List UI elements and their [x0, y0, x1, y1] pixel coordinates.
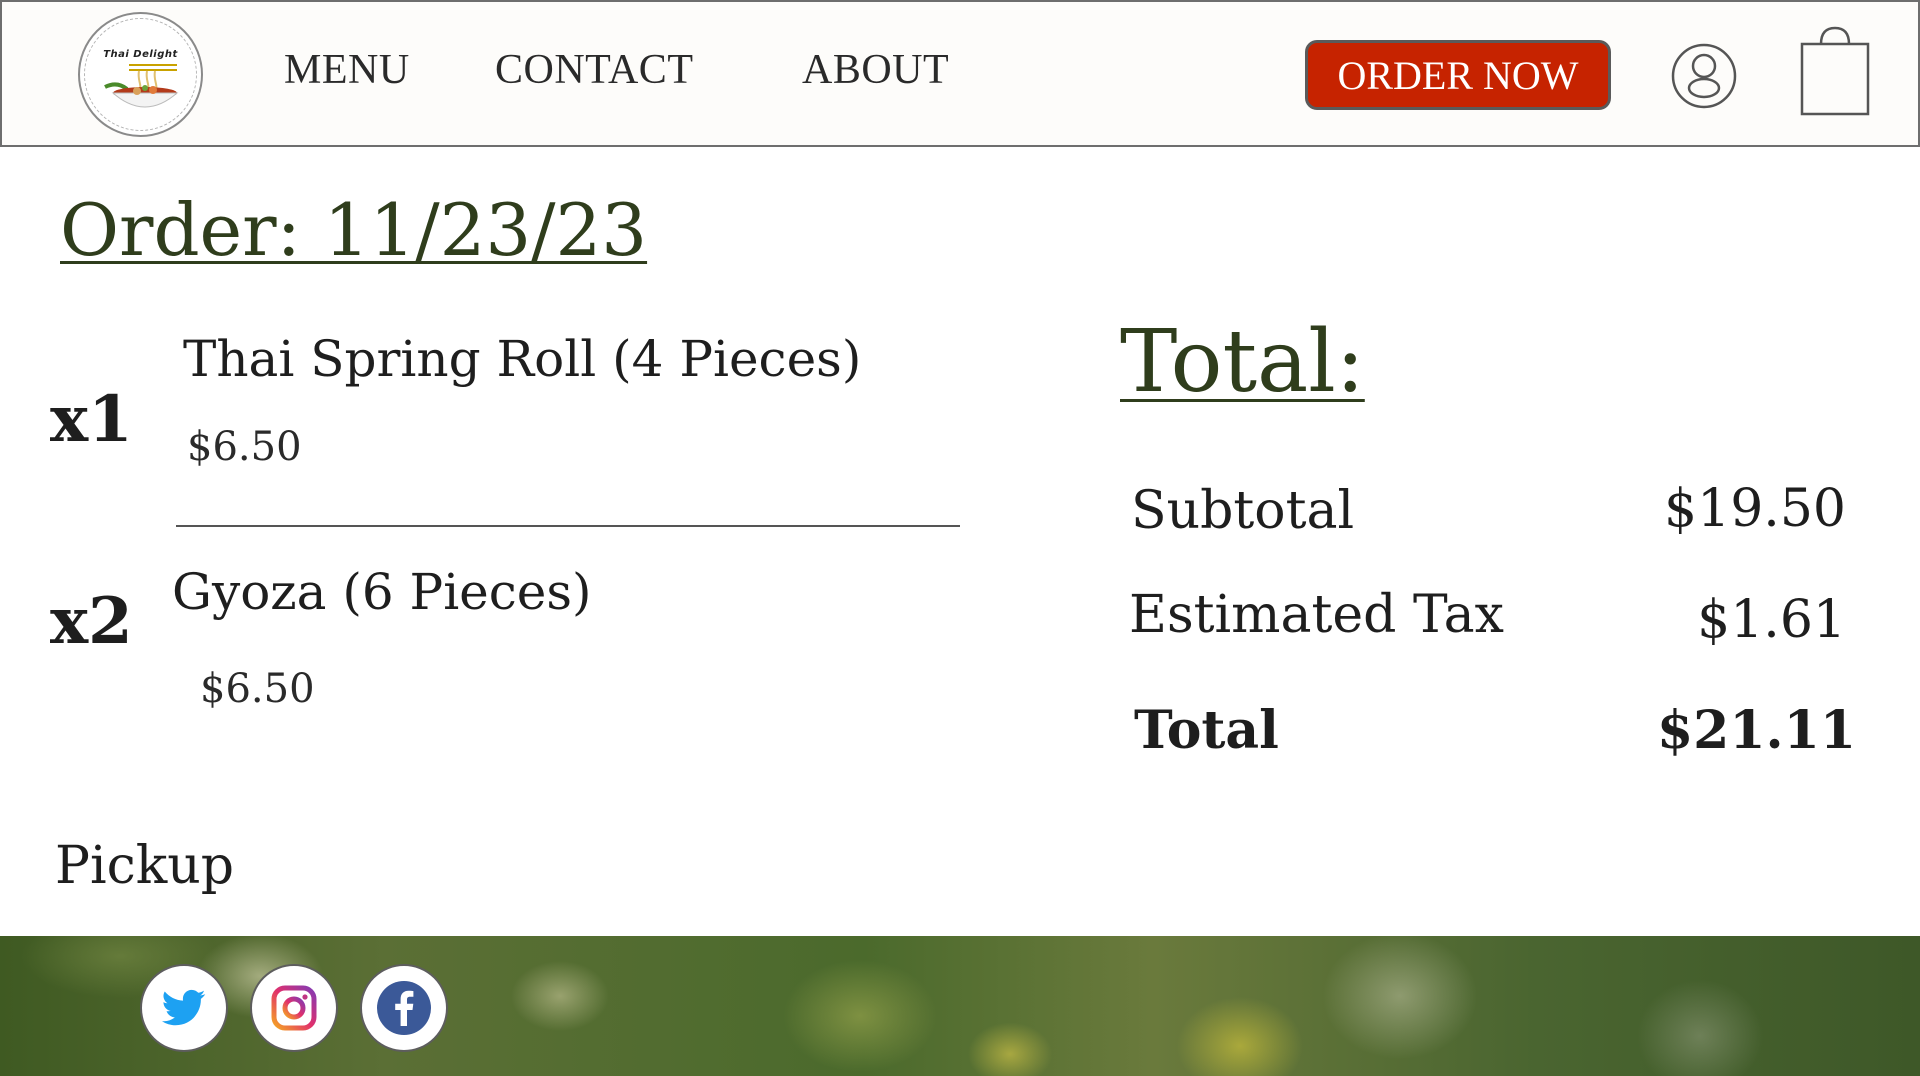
total-heading: Total: [1120, 312, 1365, 412]
total-value: $21.11 [1656, 700, 1856, 761]
facebook-icon [377, 981, 431, 1035]
estimated-tax-label: Estimated Tax [1129, 585, 1504, 645]
instagram-link[interactable] [250, 964, 338, 1052]
twitter-icon [162, 989, 206, 1026]
facebook-link[interactable] [360, 964, 448, 1052]
total-label: Total [1134, 700, 1279, 761]
item-price: $6.50 [187, 424, 302, 470]
subtotal-value: $19.50 [1664, 479, 1846, 539]
thai-delight-logo[interactable]: Thai Delight [78, 12, 203, 137]
user-icon[interactable] [1670, 42, 1738, 110]
instagram-icon [271, 985, 317, 1031]
item-quantity: x1 [50, 382, 133, 457]
nav-about[interactable]: ABOUT [802, 46, 949, 94]
shopping-bag-icon[interactable] [1799, 24, 1871, 118]
order-now-button[interactable]: ORDER NOW [1305, 40, 1611, 110]
item-name: Thai Spring Roll (4 Pieces) [183, 330, 862, 388]
order-title: Order: 11/23/23 [60, 188, 648, 272]
item-divider [176, 525, 960, 527]
item-name: Gyoza (6 Pieces) [172, 563, 592, 621]
item-quantity: x2 [50, 584, 133, 659]
nav-menu[interactable]: MENU [284, 46, 410, 94]
fulfillment-method: Pickup [55, 836, 235, 896]
subtotal-label: Subtotal [1131, 481, 1355, 541]
twitter-link[interactable] [140, 964, 228, 1052]
logo-text: Thai Delight [103, 49, 178, 60]
estimated-tax-value: $1.61 [1697, 590, 1846, 650]
logo-badge: Thai Delight [84, 18, 197, 131]
nav-contact[interactable]: CONTACT [495, 46, 693, 94]
site-header: Thai Delight MENU CONTACT ABOUT ORDER NO… [0, 0, 1920, 147]
item-price: $6.50 [200, 666, 315, 712]
noodle-bowl-icon [104, 64, 179, 108]
site-footer [0, 936, 1920, 1076]
